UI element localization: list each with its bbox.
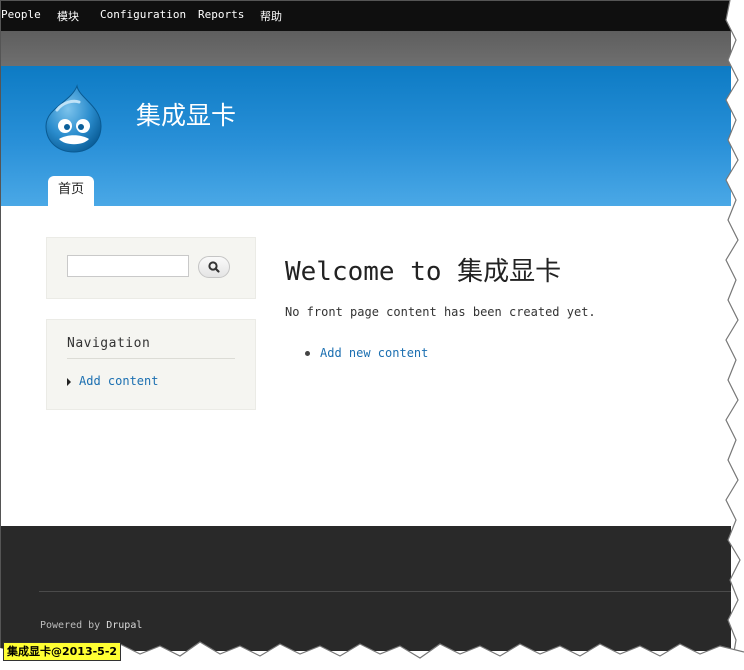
footer-divider [39, 591, 731, 592]
site-name[interactable]: 集成显卡 [136, 96, 236, 132]
tab-home[interactable]: 首页 [48, 176, 94, 206]
toolbar-item-modules[interactable]: 模块 [57, 8, 79, 24]
search-block [46, 237, 256, 299]
add-new-content-link[interactable]: Add new content [320, 346, 428, 360]
search-input[interactable] [67, 255, 189, 277]
toolbar-item-people[interactable]: People [1, 8, 41, 21]
triangle-right-icon [67, 378, 71, 386]
site-header: 集成显卡 首页 [1, 66, 731, 206]
empty-front-page-message: No front page content has been created y… [285, 305, 596, 319]
navigation-block: Navigation Add content [46, 319, 256, 410]
admin-toolbar: People 模块 Configuration Reports 帮助 [1, 1, 731, 31]
navigation-title: Navigation [67, 336, 151, 351]
nav-link-add-content[interactable]: Add content [79, 374, 158, 388]
toolbar-item-help[interactable]: 帮助 [260, 8, 282, 24]
navigation-divider [67, 358, 235, 359]
page-title: Welcome to 集成显卡 [285, 257, 562, 287]
shortcuts-bar [1, 31, 731, 66]
torn-edge-right [725, 0, 744, 664]
list-bullet [305, 351, 310, 356]
search-button[interactable] [198, 256, 230, 278]
toolbar-item-configuration[interactable]: Configuration [100, 8, 186, 21]
browser-viewport: People 模块 Configuration Reports 帮助 集成显卡 … [0, 0, 731, 651]
drupal-logo-icon[interactable] [43, 84, 105, 154]
toolbar-item-reports[interactable]: Reports [198, 8, 244, 21]
magnifier-icon [208, 261, 220, 273]
capture-stamp: 集成显卡@2013-5-2 [3, 642, 122, 661]
